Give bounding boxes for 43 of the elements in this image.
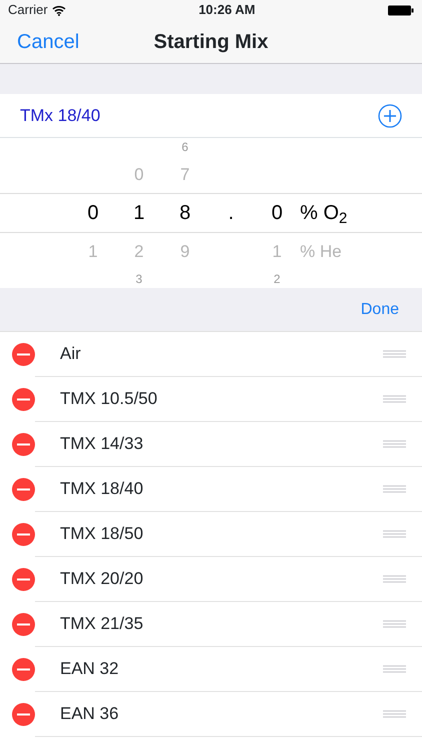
- mix-name: TMX 18/50: [60, 523, 144, 546]
- picker-value[interactable]: 1: [116, 198, 162, 228]
- delete-icon[interactable]: [12, 703, 35, 726]
- delete-icon[interactable]: [12, 478, 35, 501]
- picker-value[interactable]: 3: [116, 270, 162, 288]
- nav-title: Starting Mix: [154, 30, 268, 54]
- delete-icon[interactable]: [12, 568, 35, 591]
- picker-value[interactable]: 0: [116, 162, 162, 188]
- add-icon[interactable]: [378, 104, 402, 128]
- mix-name: TMX 10.5/50: [60, 388, 158, 410]
- delete-icon[interactable]: [12, 343, 35, 366]
- picker-value[interactable]: 2: [116, 238, 162, 264]
- picker-value[interactable]: 1: [254, 238, 300, 264]
- picker-value[interactable]: .: [208, 198, 254, 228]
- picker-value[interactable]: 8: [162, 198, 208, 228]
- delete-icon[interactable]: [12, 658, 35, 681]
- mix-name: TMX 18/40: [60, 478, 144, 500]
- picker-value[interactable]: 7: [162, 162, 208, 188]
- delete-icon[interactable]: [12, 523, 35, 546]
- delete-icon[interactable]: [12, 613, 35, 636]
- mix-name: Air: [60, 343, 81, 366]
- mix-name: TMX 21/35: [60, 613, 144, 636]
- done-button[interactable]: Done: [360, 297, 400, 323]
- status-time: 10:26 AM: [198, 1, 256, 20]
- delete-icon[interactable]: [12, 433, 35, 456]
- picker-value[interactable]: 2: [254, 270, 300, 288]
- delete-icon[interactable]: [12, 388, 35, 411]
- mix-name: EAN 32: [60, 658, 119, 680]
- picker-unit[interactable]: % O$_{2}$: [300, 198, 390, 228]
- mix-name: TMx 18/40: [20, 104, 100, 127]
- picker-value[interactable]: 0: [254, 198, 300, 228]
- picker-value[interactable]: 1: [70, 238, 116, 264]
- cancel-button[interactable]: Cancel: [16, 26, 80, 58]
- mix-name: EAN 36: [60, 703, 119, 726]
- carrier-name: Carrier: [8, 1, 48, 20]
- picker-value[interactable]: 9: [162, 238, 208, 264]
- mix-name: TMX 20/20: [60, 568, 144, 590]
- picker-value[interactable]: 0: [70, 198, 116, 228]
- picker-value[interactable]: 6: [162, 138, 208, 156]
- picker-unit[interactable]: % He: [300, 238, 390, 264]
- mix-name: TMX 14/33: [60, 433, 144, 456]
- wifi-icon: [52, 4, 66, 16]
- battery-icon: [388, 4, 414, 16]
